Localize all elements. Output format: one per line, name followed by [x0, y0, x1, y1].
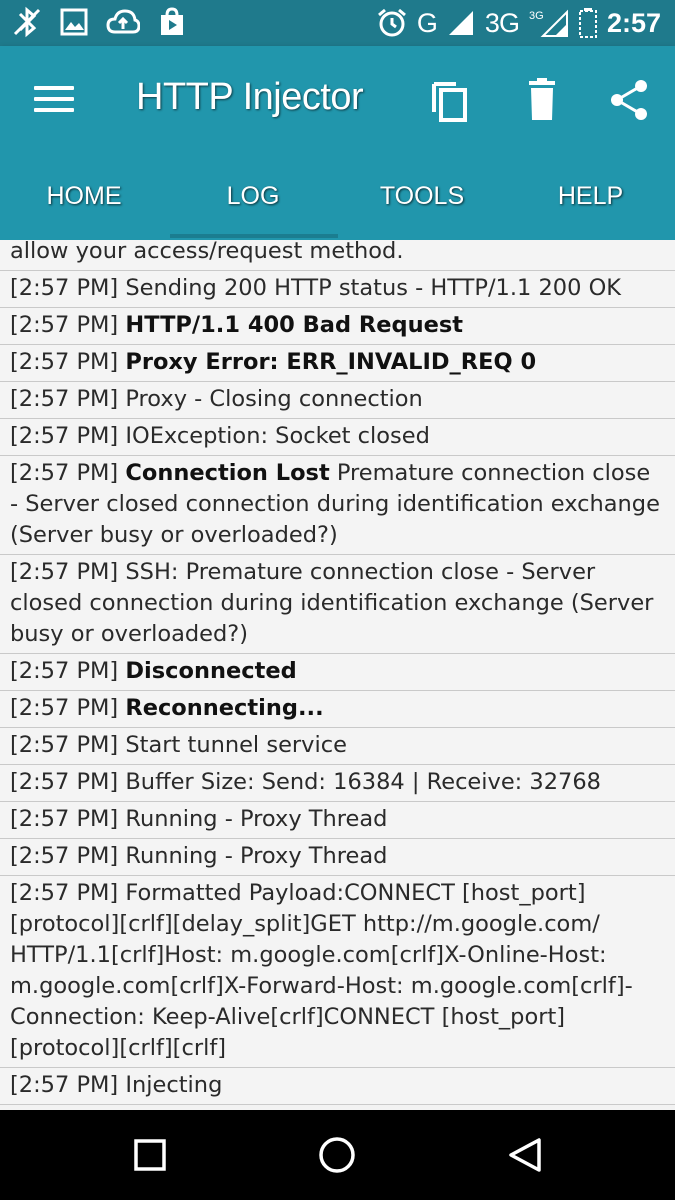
log-entry: [2:57 PM] Buffer Size: Send: 16384 | Rec…	[0, 765, 675, 802]
app-title: HTTP Injector	[136, 76, 364, 118]
log-entry: [2:57 PM] Running - Proxy Thread	[0, 802, 675, 839]
tab-home[interactable]: HOME	[0, 180, 168, 236]
no-bluetooth-icon	[13, 6, 41, 38]
status-bar: G 3G 3G 2:57	[0, 0, 675, 46]
play-store-icon	[161, 7, 183, 35]
network-type-label: G	[416, 7, 438, 38]
battery-icon	[578, 8, 597, 38]
home-icon[interactable]	[317, 1135, 357, 1175]
log-entry: allow your access/request method.	[0, 240, 675, 271]
log-entry: [2:57 PM] Disconnected	[0, 654, 675, 691]
log-list[interactable]: allow your access/request method. [2:57 …	[0, 240, 675, 1110]
log-entry: [2:57 PM] IOException: Socket closed	[0, 419, 675, 456]
share-icon[interactable]	[608, 78, 652, 122]
tab-bar: HOME LOG TOOLS HELP	[0, 180, 675, 236]
recents-icon[interactable]	[130, 1135, 170, 1175]
log-entry: [2:57 PM] Running - Proxy Thread	[0, 839, 675, 876]
copy-icon[interactable]	[428, 78, 472, 122]
trash-icon[interactable]	[520, 78, 564, 122]
status-time: 2:57	[606, 7, 661, 38]
alarm-icon	[377, 8, 406, 37]
signal-icon: 3G	[529, 9, 568, 37]
tab-tools[interactable]: TOOLS	[338, 180, 506, 236]
tab-help[interactable]: HELP	[506, 180, 675, 236]
network-sup-label: 3G	[529, 10, 544, 22]
log-entry: [2:57 PM] SSH: Premature connection clos…	[0, 555, 675, 654]
tab-log[interactable]: LOG	[168, 180, 338, 236]
log-entry: [2:57 PM] Proxy - Closing connection	[0, 382, 675, 419]
log-entry: [2:57 PM] Connection Lost Premature conn…	[0, 456, 675, 555]
image-icon	[60, 8, 88, 36]
menu-icon[interactable]	[34, 86, 74, 116]
log-entry: [2:57 PM] HTTP/1.1 400 Bad Request	[0, 308, 675, 345]
back-icon[interactable]	[505, 1135, 545, 1175]
app-bar: HTTP Injector HOME LOG TOOLS HELP	[0, 46, 675, 240]
tab-indicator	[170, 234, 338, 238]
log-entry: [2:57 PM] Start tunnel service	[0, 728, 675, 765]
navigation-bar	[0, 1110, 675, 1200]
status-icons-right: G 3G 3G 2:57	[377, 4, 661, 42]
log-entry: [2:57 PM] Injecting	[0, 1068, 675, 1105]
log-entry: [2:57 PM] Proxy Error: ERR_INVALID_REQ 0	[0, 345, 675, 382]
log-entry: [2:57 PM] Sending 200 HTTP status - HTTP…	[0, 271, 675, 308]
signal-icon	[448, 11, 473, 35]
log-entry: [2:57 PM] Reconnecting...	[0, 691, 675, 728]
log-entry: [2:57 PM] Formatted Payload:CONNECT [hos…	[0, 876, 675, 1068]
network-3g-label: 3G	[484, 7, 520, 38]
cloud-upload-icon	[106, 9, 140, 34]
status-icons-left	[12, 6, 186, 38]
